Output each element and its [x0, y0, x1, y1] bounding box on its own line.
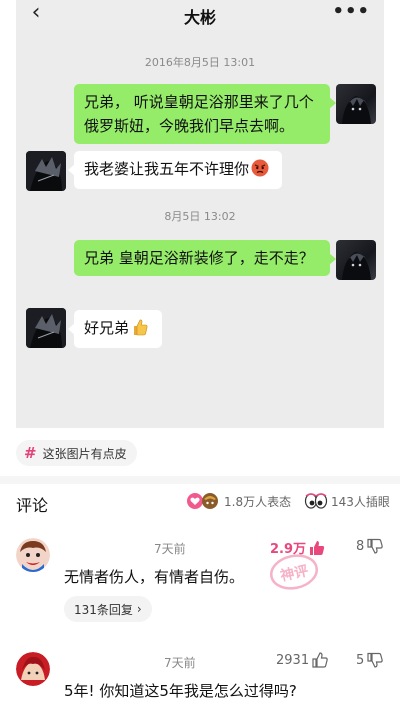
thumbs-down-icon: [367, 652, 384, 668]
chat-screenshot-image[interactable]: ‹ 大彬 ••• 2016年8月5日 13:01 兄弟， 听说皇朝足浴那里来了几…: [16, 0, 384, 428]
eyes-icon: [304, 493, 328, 509]
incoming-message-bubble: 我老婆让我五年不许理你: [68, 151, 282, 189]
sender-avatar: [336, 240, 376, 280]
comment-like-count: 2931: [276, 652, 310, 668]
chat-timestamp: 8月5日 13:02: [164, 210, 236, 223]
chat-timestamp: 2016年8月5日 13:01: [144, 56, 256, 69]
sender-avatar: [336, 84, 376, 124]
stamp-label: 神评: [279, 562, 310, 584]
comment-dislike-button[interactable]: 8: [356, 538, 384, 554]
chat-topbar: ‹ 大彬 •••: [16, 0, 384, 30]
comment-dislike-count: 8: [356, 538, 365, 554]
comment-text: 无情者伤人，有情者自伤。: [64, 568, 245, 586]
reaction-emojis-icon: [187, 493, 218, 509]
friend-avatar: [26, 308, 66, 348]
replies-count: 131条回复: [74, 602, 133, 617]
comment-dislike-count: 5: [356, 652, 365, 668]
friend-avatar: [26, 151, 66, 191]
angry-face-emoji: [251, 159, 269, 177]
commenter-avatar[interactable]: [16, 652, 50, 686]
comment-dislike-button[interactable]: 5: [356, 652, 384, 668]
comments-heading: 评论: [16, 496, 49, 515]
incoming-message-text: 好兄弟: [84, 319, 130, 337]
outgoing-message-bubble: 兄弟， 听说皇朝足浴那里来了几个俄罗斯妞，今晚我们早点去啊。: [74, 84, 336, 144]
thumbs-up-emoji: [131, 318, 149, 336]
glasses-count: 143人插眼: [331, 494, 390, 509]
section-divider: [0, 476, 400, 484]
comment-like-button[interactable]: 2931: [276, 652, 328, 668]
chevron-right-icon: ›: [136, 602, 142, 616]
comment-time: 7天前: [154, 542, 186, 556]
topic-tag-chip[interactable]: # 这张图片有点皮: [16, 440, 137, 466]
incoming-message-bubble: 好兄弟: [68, 310, 162, 348]
commenter-avatar[interactable]: [16, 538, 50, 572]
thumbs-down-icon: [367, 538, 384, 554]
thumbs-up-icon: [312, 652, 328, 668]
view-replies-button[interactable]: 131条回复 ›: [64, 596, 152, 622]
hashtag-icon: #: [24, 444, 37, 462]
outgoing-message-bubble: 兄弟 皇朝足浴新装修了，走不走？: [74, 240, 336, 276]
comment-text: 5年! 你知道这5年我是怎么过得吗?: [64, 682, 297, 700]
more-dots-icon: •••: [332, 1, 370, 22]
reactions-summary[interactable]: 1.8万人表态: [186, 492, 291, 510]
incoming-message-text: 我老婆让我五年不许理你: [84, 160, 250, 178]
topic-tag-label: 这张图片有点皮: [42, 446, 127, 461]
reactions-count: 1.8万人表态: [224, 494, 292, 509]
glasses-summary[interactable]: 143人插眼: [304, 492, 390, 510]
comment-time: 7天前: [164, 656, 196, 670]
chat-title: 大彬: [183, 8, 216, 27]
